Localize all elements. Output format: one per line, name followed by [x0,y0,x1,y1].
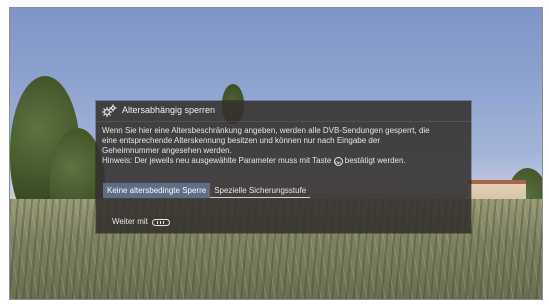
description-line: Geheimnummer angesehen werden. [102,146,232,155]
description-line: eine entsprechende Alterskennung besitze… [102,136,380,145]
footer-label: Weiter mit [112,217,148,226]
dialog-description: Wenn Sie hier eine Altersbeschränkung an… [102,126,467,166]
ok-button-icon: OK [333,157,343,166]
age-lock-dialog: Altersabhängig sperren Wenn Sie hier ein… [96,101,471,233]
footer-hint: Weiter mit [112,217,170,227]
option-no-age-lock[interactable]: Keine altersbedingte Sperre [103,183,211,198]
forward-key-icon [151,218,170,226]
hint-line: Hinweis: Der jeweils neu ausgewählte Par… [102,156,467,166]
hint-text: Hinweis: Der jeweils neu ausgewählte Par… [102,156,332,165]
tv-screen: Altersabhängig sperren Wenn Sie hier ein… [9,7,543,300]
option-selector: Keine altersbedingte Sperre Spezielle Si… [103,183,311,198]
gear-icon [101,104,117,118]
hint-text-end: bestätigt werden. [344,156,406,165]
dialog-title: Altersabhängig sperren [122,105,216,115]
description-line: Wenn Sie hier eine Altersbeschränkung an… [102,126,430,135]
option-special-security-level[interactable]: Spezielle Sicherungsstufe [210,183,311,198]
dialog-header: Altersabhängig sperren [96,101,471,122]
